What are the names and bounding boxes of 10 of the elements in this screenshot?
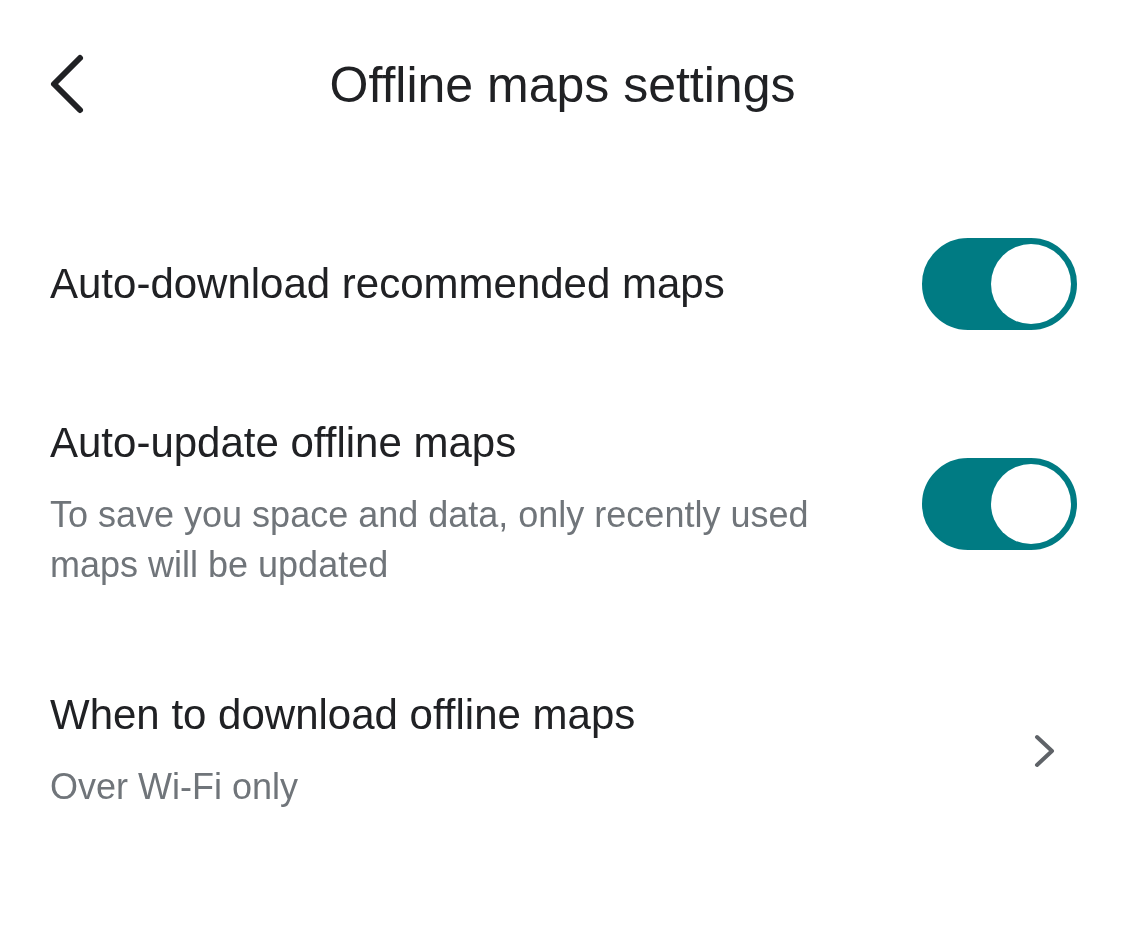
setting-label: Auto-download recommended maps (50, 259, 726, 309)
page-title: Offline maps settings (329, 60, 796, 110)
setting-description: Over Wi-Fi only (50, 765, 299, 809)
setting-row[interactable]: Auto-update offline maps To save you space and data, only recently used maps will be updated (50, 398, 1077, 670)
setting-label: Auto-update offline maps (50, 418, 518, 468)
setting-description: To save you space and data, only recently used maps will be updated (50, 493, 810, 587)
setting-row[interactable]: Auto-download recommended maps (50, 170, 1077, 398)
chevron-right-icon (1033, 733, 1057, 769)
setting-row[interactable]: When to download offline maps Over Wi-Fi only (50, 670, 1077, 892)
setting-label: When to download offline maps (50, 690, 637, 740)
